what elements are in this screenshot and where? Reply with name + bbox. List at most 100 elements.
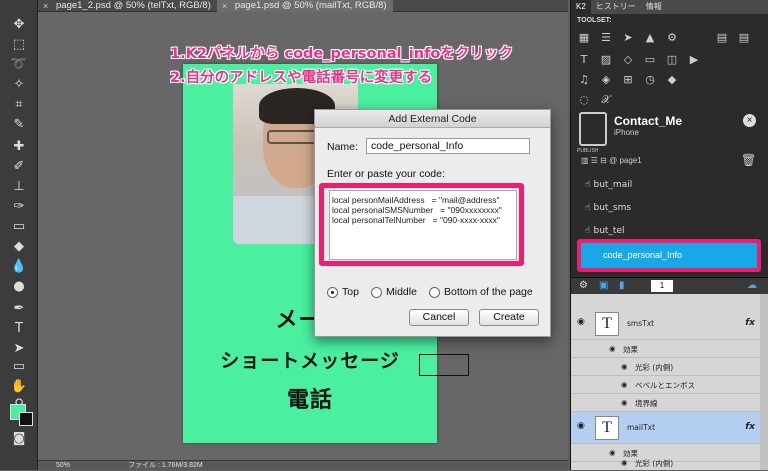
layer-row-smstxt[interactable]: ◉ T smsTxt fx <box>571 308 761 340</box>
k2-item-but-sms[interactable]: ☝ but_sms <box>585 203 631 213</box>
layer-name: mailTxt <box>627 423 656 432</box>
dodge-tool-icon[interactable]: ● <box>10 278 28 296</box>
input-icon[interactable]: ▭ <box>643 53 657 67</box>
fx-icon[interactable]: fx <box>745 422 755 432</box>
music-icon[interactable]: ♫ <box>577 73 591 87</box>
k2-item-but-tel[interactable]: ☝ but_tel <box>585 226 625 236</box>
cancel-button[interactable]: Cancel <box>409 309 469 326</box>
save-icon[interactable]: ▣ <box>599 280 608 291</box>
sound-icon[interactable]: ◈ <box>599 73 613 87</box>
text-layer-thumbnail: T <box>595 416 619 440</box>
eraser-tool-icon[interactable]: ▭ <box>10 218 28 236</box>
layer-effect-row[interactable]: ◉ 光彩 (内側) <box>571 358 761 376</box>
blur-tool-icon[interactable]: 💧 <box>10 258 28 276</box>
eye-icon[interactable]: ◉ <box>577 317 585 327</box>
tab-k2[interactable]: K2 <box>571 0 591 14</box>
close-icon[interactable]: × <box>743 114 756 127</box>
eye-icon[interactable]: ◉ <box>621 458 628 467</box>
layer-name: smsTxt <box>627 319 655 328</box>
dialog-title: Add External Code <box>315 110 550 128</box>
quick-mask-icon[interactable]: ◙ <box>10 430 28 448</box>
eye-icon[interactable]: ◉ <box>621 398 628 407</box>
pointer-icon[interactable]: ➤ <box>621 31 635 45</box>
project-title: Contact_Me <box>614 114 683 128</box>
layer-row-mailtxt[interactable]: ◉ T mailTxt fx <box>571 412 761 444</box>
image-icon[interactable]: ▨ <box>599 53 613 67</box>
magic-wand-tool-icon[interactable]: ✧ <box>10 76 28 94</box>
layer-effect-row[interactable]: ◉ 境界線 <box>571 394 761 412</box>
k2-item-code-personal-info[interactable]: code_personal_Info <box>577 239 761 272</box>
eye-icon[interactable]: ◉ <box>577 421 585 431</box>
create-button[interactable]: Create <box>479 309 539 326</box>
instruction-line-1: 1.K2パネルから code_personal_infoをクリック <box>170 46 513 62</box>
k2-item-but-mail[interactable]: ☝ but_mail <box>585 180 632 190</box>
name-input[interactable]: code_personal_Info <box>366 138 530 154</box>
code-icon[interactable]: ◇ <box>621 53 635 67</box>
document-tab-active[interactable]: × page1.psd @ 50% (mailTxt, RGB/8) <box>216 0 393 12</box>
tab-history[interactable]: ヒストリー <box>591 0 641 14</box>
map-icon[interactable]: ⊞ <box>621 73 635 87</box>
history-brush-icon[interactable]: ✑ <box>10 198 28 216</box>
page-row[interactable]: ▥ ☰ ⊟ @ page1 🗑 <box>581 153 761 167</box>
layers-icon[interactable]: ◆ <box>665 73 679 87</box>
eye-icon[interactable]: ◉ <box>621 362 628 371</box>
eyedropper-tool-icon[interactable]: ✎ <box>10 116 28 134</box>
eye-icon[interactable]: ◉ <box>609 344 616 353</box>
list-icon[interactable]: ☰ <box>599 31 613 45</box>
layer-effect-row[interactable]: ◉ ベベルとエンボス <box>571 376 761 394</box>
radio-label: Bottom of the page <box>444 286 533 298</box>
radio-top[interactable]: Top <box>327 286 359 298</box>
background-color-swatch[interactable] <box>19 412 33 426</box>
grid-icon[interactable]: ▦ <box>577 31 591 45</box>
web-icon[interactable]: ◫ <box>665 53 679 67</box>
path-select-tool-icon[interactable]: ➤ <box>10 340 28 358</box>
text-icon[interactable]: T <box>577 53 591 67</box>
close-tab-icon[interactable]: × <box>43 0 48 12</box>
radio-bottom[interactable]: Bottom of the page <box>429 286 533 298</box>
layer-effect-row[interactable]: ◉ 光彩 (内側) <box>571 456 761 470</box>
hand-pointer-icon: ☝ <box>585 203 591 213</box>
gear-icon[interactable]: ⚙ <box>665 31 679 45</box>
clock-icon[interactable]: ◷ <box>643 73 657 87</box>
device-icon[interactable] <box>579 112 607 146</box>
type-tool-icon[interactable]: T <box>10 320 28 338</box>
shape-tool-icon[interactable]: ▭ <box>10 358 28 376</box>
instruction-overlay: 1.K2パネルから code_personal_infoをクリック 2.自分のア… <box>170 42 513 90</box>
trash-icon[interactable]: 🗑 <box>741 153 756 167</box>
move-tool-icon[interactable]: ✥ <box>10 16 28 34</box>
fill-tool-icon[interactable]: ◆ <box>10 238 28 256</box>
clone-stamp-icon[interactable]: ⊥ <box>10 178 28 196</box>
cloud-icon[interactable]: ☁ <box>747 280 757 291</box>
function-icon[interactable]: 𝒳 <box>599 93 613 107</box>
pen-tool-icon[interactable]: ✒ <box>10 300 28 318</box>
tab-info[interactable]: 情報 <box>641 0 667 14</box>
settings-icon[interactable]: ⚙ <box>579 280 588 291</box>
page-label: @ page1 <box>609 156 642 165</box>
document-tab[interactable]: × page1_2.psd @ 50% (telTxt, RGB/8) <box>38 0 217 12</box>
eye-icon[interactable]: ◉ <box>621 380 628 389</box>
project-device: iPhone <box>614 128 639 137</box>
video-icon[interactable]: ▶ <box>687 53 701 67</box>
page-number-field[interactable]: 1 <box>651 280 673 292</box>
layer-effects-row[interactable]: ◉ 効果 <box>571 340 761 358</box>
radio-label: Middle <box>386 286 417 298</box>
layers-scrollbar[interactable] <box>760 294 768 470</box>
dotted-circle-icon[interactable]: ◌ <box>577 93 591 107</box>
item-label: but_tel <box>593 226 625 236</box>
crop-tool-icon[interactable]: ⌗ <box>10 96 28 114</box>
folder-icon[interactable]: ▤ <box>715 31 729 45</box>
marquee-tool-icon[interactable]: ⬚ <box>10 36 28 54</box>
page-icon[interactable]: ▮ <box>619 280 625 291</box>
folder-add-icon[interactable]: ▤ <box>737 31 751 45</box>
close-tab-icon[interactable]: × <box>222 0 227 12</box>
fx-icon[interactable]: fx <box>745 318 755 328</box>
healing-brush-icon[interactable]: ✚ <box>10 138 28 156</box>
rocket-icon[interactable]: ▲ <box>643 31 657 45</box>
sms-text-layer[interactable]: ショートメッセージ <box>183 346 437 373</box>
tel-text-layer[interactable]: 電話 <box>183 382 437 414</box>
lasso-tool-icon[interactable]: ➰ <box>10 56 28 74</box>
publish-label[interactable]: PUBLISH <box>577 148 598 154</box>
hand-tool-icon[interactable]: ✋ <box>10 378 28 396</box>
radio-middle[interactable]: Middle <box>371 286 417 298</box>
brush-tool-icon[interactable]: ✐ <box>10 158 28 176</box>
